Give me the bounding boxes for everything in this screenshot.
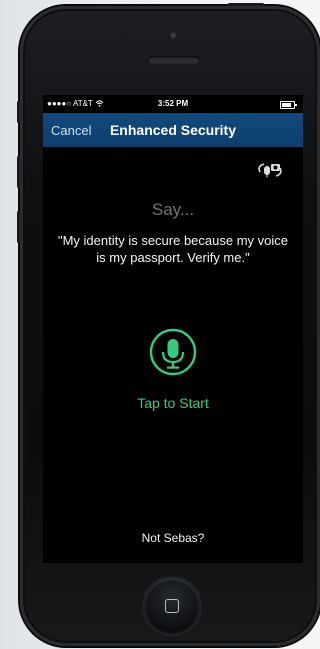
battery-icon (280, 101, 297, 109)
home-button[interactable] (144, 578, 200, 634)
page-title: Enhanced Security (109, 122, 237, 138)
volume-up-button (17, 156, 20, 188)
mute-switch (17, 101, 20, 123)
home-square-icon (165, 599, 179, 613)
front-camera (170, 32, 178, 40)
app-screen: ●●●●○ AT&T 3:52 PM Cancel Enhanced Secur… (43, 95, 303, 563)
earpiece-speaker (148, 56, 200, 64)
voice-camera-switch-icon[interactable] (255, 161, 285, 179)
passphrase-text: "My identity is secure because my voice … (57, 233, 289, 265)
power-button (228, 3, 264, 6)
navigation-bar: Cancel Enhanced Security (43, 113, 303, 147)
volume-down-button (17, 211, 20, 243)
microphone-icon[interactable] (149, 328, 197, 376)
not-user-link[interactable]: Not Sebas? (43, 531, 303, 545)
say-prompt: Say... (151, 200, 195, 219)
status-bar: ●●●●○ AT&T 3:52 PM (43, 95, 303, 113)
tap-to-start-label[interactable]: Tap to Start (43, 395, 303, 411)
status-time: 3:52 PM (157, 99, 189, 108)
